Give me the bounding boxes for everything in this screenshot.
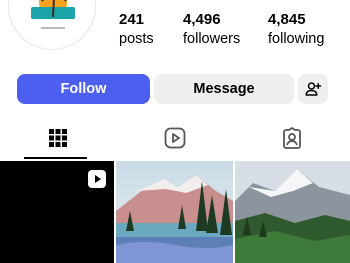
palm-tree-logo-icon (31, 0, 75, 29)
following-label: following (268, 31, 325, 47)
snowy-mountain-image (235, 161, 350, 263)
grid-icon (49, 129, 67, 147)
post-thumbnail-snowy-peak[interactable] (235, 161, 350, 263)
follow-button[interactable]: Follow (17, 74, 150, 104)
following-count: 4,845 (268, 11, 306, 28)
add-user-icon (305, 82, 322, 96)
posts-label: posts (119, 31, 154, 47)
reels-icon (164, 127, 186, 149)
message-button[interactable]: Message (154, 74, 294, 104)
tagged-icon (283, 127, 301, 149)
reel-play-icon (88, 170, 106, 188)
add-user-button[interactable] (298, 74, 328, 104)
stat-followers[interactable]: 4,496 followers (183, 11, 240, 48)
profile-avatar[interactable] (8, 0, 96, 50)
tab-tagged[interactable] (234, 119, 350, 157)
stat-following[interactable]: 4,845 following (268, 11, 324, 48)
tab-reels[interactable] (117, 119, 233, 157)
post-thumbnail-reel[interactable] (0, 161, 114, 263)
mountain-lake-image (116, 161, 233, 263)
posts-count: 241 (119, 11, 145, 28)
tab-posts-grid[interactable] (0, 119, 116, 157)
selected-tab-indicator (24, 157, 87, 159)
stat-posts: 241 posts (119, 11, 154, 48)
post-thumbnail-mountain-lake[interactable] (116, 161, 233, 263)
followers-label: followers (183, 31, 241, 47)
followers-count: 4,496 (183, 11, 221, 28)
